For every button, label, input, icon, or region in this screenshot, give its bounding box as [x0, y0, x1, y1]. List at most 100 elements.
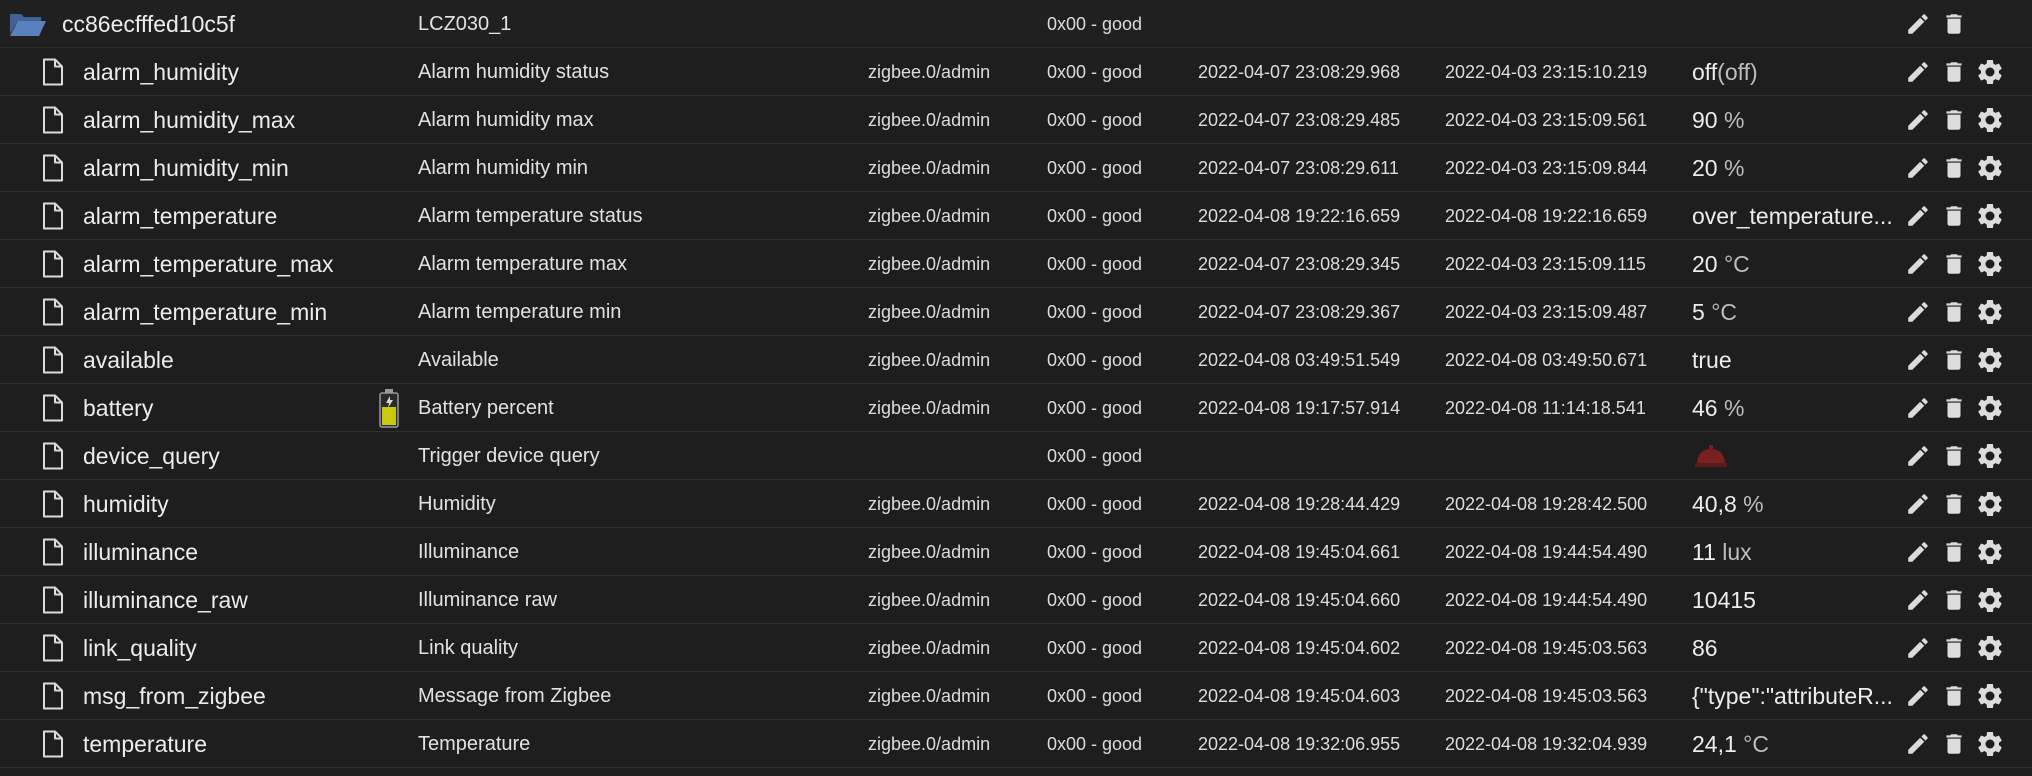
state-value[interactable]: 5 °C: [1692, 288, 1898, 336]
trash-icon[interactable]: [1936, 336, 1972, 384]
trash-icon[interactable]: [1936, 384, 1972, 432]
state-value[interactable]: 40,8 %: [1692, 480, 1898, 528]
state-row[interactable]: illuminance_raw Illuminance raw zigbee.0/a…: [0, 576, 2032, 624]
pencil-icon[interactable]: [1900, 624, 1936, 672]
state-id: battery: [83, 395, 154, 421]
state-value-text: 5: [1692, 299, 1705, 325]
state-name: Humidity: [418, 493, 496, 515]
state-value[interactable]: 90 %: [1692, 96, 1898, 144]
gear-icon[interactable]: [1972, 144, 2008, 192]
state-actions: [1900, 384, 2008, 432]
state-value[interactable]: 86: [1692, 624, 1898, 672]
pencil-icon[interactable]: [1900, 288, 1936, 336]
state-row[interactable]: msg_from_zigbee Message from Zigbee zigbee…: [0, 672, 2032, 720]
state-value[interactable]: 46 %: [1692, 384, 1898, 432]
pencil-icon[interactable]: [1900, 432, 1936, 480]
gear-icon[interactable]: [1972, 720, 2008, 768]
state-last-change: 2022-04-08 19:32:04.939: [1445, 734, 1648, 754]
state-value-text: 20: [1692, 251, 1718, 277]
pencil-icon[interactable]: [1900, 0, 1936, 48]
state-row[interactable]: illuminance Illuminance zigbee.0/admin 0x00…: [0, 528, 2032, 576]
state-row[interactable]: humidity Humidity zigbee.0/admin 0x00 - goo…: [0, 480, 2032, 528]
state-timestamp: 2022-04-08 03:49:51.549: [1198, 350, 1401, 370]
pencil-icon[interactable]: [1900, 576, 1936, 624]
state-value[interactable]: over_temperature...: [1692, 192, 1898, 240]
trash-icon[interactable]: [1936, 576, 1972, 624]
state-row[interactable]: device_query Trigger device query 0x00 - g…: [0, 432, 2032, 480]
gear-icon[interactable]: [1972, 96, 2008, 144]
state-row[interactable]: link_quality Link quality zigbee.0/admin 0x…: [0, 624, 2032, 672]
gear-icon[interactable]: [1972, 192, 2008, 240]
state-value[interactable]: 24,1 °C: [1692, 720, 1898, 768]
state-from: zigbee.0/admin: [868, 686, 991, 706]
file-icon: [38, 384, 68, 432]
bell-icon[interactable]: [1690, 432, 1732, 480]
pencil-icon[interactable]: [1900, 384, 1936, 432]
pencil-icon[interactable]: [1900, 48, 1936, 96]
trash-icon[interactable]: [1936, 48, 1972, 96]
trash-icon[interactable]: [1936, 96, 1972, 144]
state-actions: [1900, 48, 2008, 96]
gear-icon[interactable]: [1972, 384, 2008, 432]
gear-icon[interactable]: [1972, 528, 2008, 576]
state-name: Alarm humidity status: [418, 61, 610, 83]
trash-icon[interactable]: [1936, 240, 1972, 288]
state-row[interactable]: temperature Temperature zigbee.0/admin 0x00…: [0, 720, 2032, 768]
trash-icon[interactable]: [1936, 528, 1972, 576]
pencil-icon[interactable]: [1900, 528, 1936, 576]
state-last-change: 2022-04-08 11:14:18.541: [1445, 398, 1646, 418]
trash-icon[interactable]: [1936, 672, 1972, 720]
gear-icon[interactable]: [1972, 240, 2008, 288]
pencil-icon[interactable]: [1900, 240, 1936, 288]
pencil-icon[interactable]: [1900, 192, 1936, 240]
gear-icon[interactable]: [1972, 336, 2008, 384]
state-row[interactable]: alarm_temperature_min Alarm temperature m…: [0, 288, 2032, 336]
trash-icon[interactable]: [1936, 480, 1972, 528]
state-value-unit: %: [1743, 491, 1764, 517]
state-name: Alarm temperature status: [418, 205, 643, 227]
pencil-icon[interactable]: [1900, 672, 1936, 720]
state-value[interactable]: 20 %: [1692, 144, 1898, 192]
state-row[interactable]: alarm_temperature Alarm temperature statu…: [0, 192, 2032, 240]
state-row[interactable]: available Available zigbee.0/admin 0x00 - g…: [0, 336, 2032, 384]
gear-icon[interactable]: [1972, 288, 2008, 336]
state-row[interactable]: alarm_humidity_min Alarm humidity min zigb…: [0, 144, 2032, 192]
trash-icon[interactable]: [1936, 288, 1972, 336]
gear-icon[interactable]: [1972, 672, 2008, 720]
state-last-change: 2022-04-08 19:22:16.659: [1445, 206, 1648, 226]
state-timestamp: 2022-04-08 19:28:44.429: [1198, 494, 1401, 514]
trash-icon[interactable]: [1936, 0, 1972, 48]
file-icon: [38, 288, 68, 336]
folder-open-icon[interactable]: [6, 0, 50, 48]
state-row[interactable]: alarm_humidity_max Alarm humidity max zigb…: [0, 96, 2032, 144]
gear-icon[interactable]: [1972, 48, 2008, 96]
trash-icon[interactable]: [1936, 624, 1972, 672]
gear-icon[interactable]: [1972, 576, 2008, 624]
pencil-icon[interactable]: [1900, 720, 1936, 768]
pencil-icon[interactable]: [1900, 144, 1936, 192]
state-last-change: 2022-04-03 23:15:09.115: [1445, 254, 1646, 274]
trash-icon[interactable]: [1936, 144, 1972, 192]
trash-icon[interactable]: [1936, 720, 1972, 768]
state-row[interactable]: battery Battery percent zigbee.0/admin 0x00…: [0, 384, 2032, 432]
state-row[interactable]: alarm_humidity Alarm humidity status zigbe…: [0, 48, 2032, 96]
state-row[interactable]: alarm_temperature_max Alarm temperature m…: [0, 240, 2032, 288]
state-value[interactable]: 10415: [1692, 576, 1898, 624]
gear-icon[interactable]: [1972, 624, 2008, 672]
state-value[interactable]: off(off): [1692, 48, 1898, 96]
device-row[interactable]: cc86ecfffed10c5f LCZ030_1 0x00 - good: [0, 0, 2032, 48]
state-value[interactable]: true: [1692, 336, 1898, 384]
pencil-icon[interactable]: [1900, 336, 1936, 384]
state-value[interactable]: {"type":"attributeR...: [1692, 672, 1898, 720]
state-last-change: [1445, 432, 1685, 480]
pencil-icon[interactable]: [1900, 96, 1936, 144]
gear-icon[interactable]: [1972, 480, 2008, 528]
state-from: zigbee.0/admin: [868, 254, 991, 274]
state-value[interactable]: 11 lux: [1692, 528, 1898, 576]
trash-icon[interactable]: [1936, 192, 1972, 240]
state-last-change: 2022-04-08 19:45:03.563: [1445, 638, 1648, 658]
pencil-icon[interactable]: [1900, 480, 1936, 528]
state-value[interactable]: 20 °C: [1692, 240, 1898, 288]
gear-icon[interactable]: [1972, 432, 2008, 480]
trash-icon[interactable]: [1936, 432, 1972, 480]
